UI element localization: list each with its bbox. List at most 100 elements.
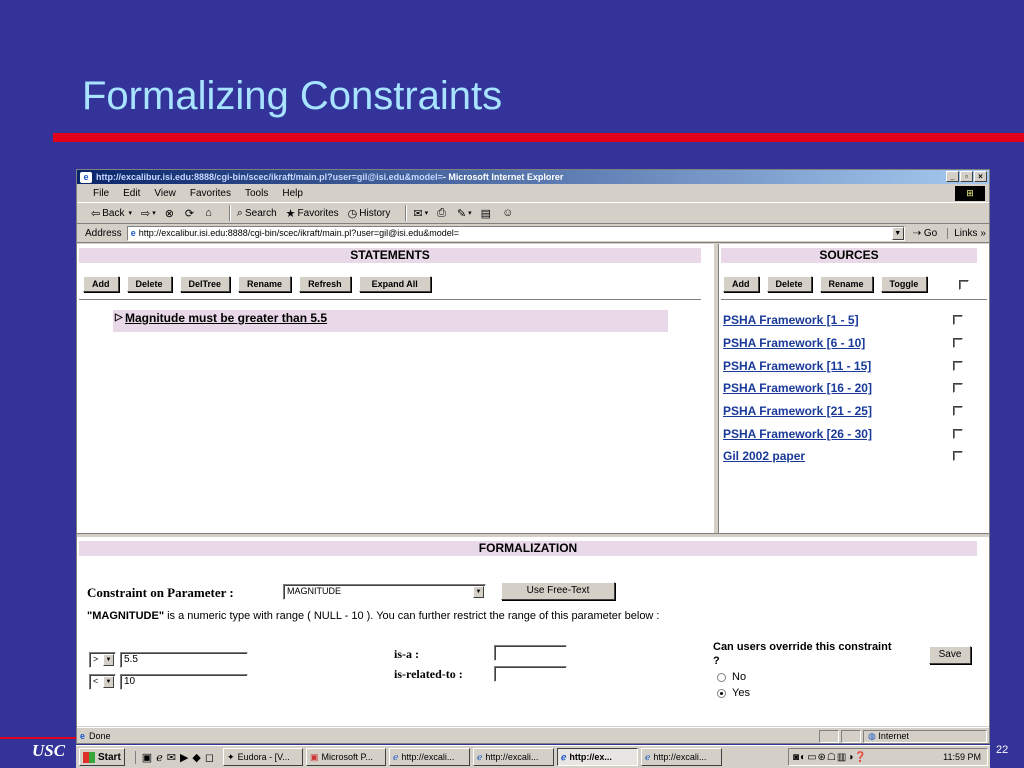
source-checkbox[interactable] [953, 406, 963, 417]
radio-no[interactable] [717, 672, 726, 682]
desktop-icon[interactable]: ▣ [142, 751, 152, 764]
list-item: PSHA Framework [21 - 25] [723, 400, 983, 423]
source-link[interactable]: PSHA Framework [6 - 10] [723, 336, 865, 350]
windows-flag-icon [83, 751, 95, 763]
tray-icons[interactable]: ◙◐▭⊛☖▥◑❓ [793, 752, 868, 763]
home-icon: ⌂ [205, 207, 212, 219]
list-item: Gil 2002 paper [723, 445, 983, 468]
close-button[interactable]: × [974, 171, 987, 182]
go-button[interactable]: ⇢ Go [913, 228, 938, 239]
value-input-1[interactable]: 5.5 [120, 652, 248, 668]
page-icon: e [130, 227, 136, 238]
stop-icon: ⊗ [164, 207, 174, 220]
chevron-down-icon[interactable]: ▼ [103, 676, 114, 688]
discuss-button[interactable]: ▤ [481, 207, 493, 220]
chevron-down-icon[interactable]: ▼ [473, 586, 484, 598]
restore-button[interactable]: ▫ [960, 171, 973, 182]
menu-help[interactable]: Help [282, 188, 303, 199]
source-checkbox[interactable] [953, 315, 963, 326]
option-yes[interactable]: Yes [717, 687, 750, 699]
stmt-deltree-button[interactable]: DelTree [179, 276, 231, 292]
source-link[interactable]: PSHA Framework [16 - 20] [723, 381, 872, 395]
source-checkbox[interactable] [953, 428, 963, 439]
statements-pane: STATEMENTS Add Delete DelTree Rename Ref… [77, 244, 713, 533]
is-a-input[interactable] [494, 645, 567, 661]
globe-icon: ◍ [868, 731, 876, 741]
edit-icon: ✎ [456, 207, 467, 220]
task-browser-1[interactable]: ℯ http://excali... [389, 748, 471, 766]
divider [79, 299, 701, 301]
src-rename-button[interactable]: Rename [819, 276, 873, 292]
menu-favorites[interactable]: Favorites [190, 188, 231, 199]
history-icon: ◷ [347, 207, 358, 220]
favorites-button[interactable]: ★ Favorites [286, 207, 339, 220]
source-checkbox[interactable] [953, 451, 963, 462]
value-input-2[interactable]: 10 [120, 674, 248, 690]
address-dropdown-icon[interactable]: ▼ [891, 226, 904, 240]
menu-bar: File Edit View Favorites Tools Help ⊞ [77, 184, 989, 203]
is-related-to-input[interactable] [494, 666, 567, 682]
menu-tools[interactable]: Tools [245, 188, 268, 199]
outlook-icon[interactable]: ✉ [167, 751, 176, 764]
stop-button[interactable]: ⊗ [165, 207, 176, 220]
save-button[interactable]: Save [929, 646, 971, 664]
stmt-add-button[interactable]: Add [83, 276, 119, 292]
parameter-select[interactable]: MAGNITUDE ▼ [283, 584, 486, 600]
select-all-checkbox[interactable] [959, 280, 969, 290]
edit-button[interactable]: ✎ ▾ [457, 207, 472, 220]
mail-button[interactable]: ✉ ▾ [413, 207, 428, 220]
forward-button[interactable]: ⇨ ▾ [141, 207, 156, 220]
chevron-down-icon[interactable]: ▼ [103, 654, 114, 666]
task-powerpoint[interactable]: ▣ Microsoft P... [306, 748, 387, 766]
src-toggle-button[interactable]: Toggle [880, 276, 928, 292]
operator-select-1[interactable]: > ▼ [89, 652, 116, 668]
history-button[interactable]: ◷ History [348, 207, 391, 220]
source-link[interactable]: PSHA Framework [11 - 15] [723, 359, 871, 373]
sources-pane: SOURCES Add Delete Rename Toggle PSHA Fr… [719, 244, 989, 533]
stmt-refresh-button[interactable]: Refresh [299, 276, 351, 292]
radio-yes[interactable] [717, 688, 726, 698]
task-eudora[interactable]: ✦ Eudora - [V... [223, 748, 304, 766]
title-bar[interactable]: e http://excalibur.isi.edu:8888/cgi-bin/… [77, 170, 989, 184]
expand-triangle-icon[interactable]: ▷ [115, 310, 123, 326]
source-link[interactable]: PSHA Framework [26 - 30] [723, 427, 872, 441]
statement-item[interactable]: ▷ Magnitude must be greater than 5.5 [113, 310, 668, 332]
search-button[interactable]: ⌕ Search [237, 207, 277, 220]
stmt-delete-button[interactable]: Delete [126, 276, 172, 292]
task-browser-2[interactable]: ℯ http://excali... [473, 748, 555, 766]
src-delete-button[interactable]: Delete [766, 276, 812, 292]
source-link[interactable]: PSHA Framework [21 - 25] [723, 404, 872, 418]
is-related-to-label: is-related-to : [394, 667, 463, 681]
source-checkbox[interactable] [953, 383, 963, 394]
window-icon[interactable]: ◻ [205, 751, 214, 764]
task-browser-4[interactable]: ℯ http://excali... [641, 748, 723, 766]
minimize-button[interactable]: _ [946, 171, 959, 182]
refresh-button[interactable]: ⟳ [185, 207, 196, 220]
stmt-rename-button[interactable]: Rename [238, 276, 292, 292]
source-checkbox[interactable] [953, 338, 963, 349]
task-browser-active[interactable]: ℯ http://ex... [557, 748, 639, 766]
address-bar: Address e http://excalibur.isi.edu:8888/c… [77, 224, 989, 243]
menu-edit[interactable]: Edit [123, 188, 140, 199]
messenger-button[interactable]: ☺ [502, 207, 515, 219]
home-button[interactable]: ⌂ [205, 207, 214, 219]
links-button[interactable]: Links » [947, 227, 986, 239]
src-add-button[interactable]: Add [723, 276, 759, 292]
address-input[interactable]: e http://excalibur.isi.edu:8888/cgi-bin/s… [126, 225, 905, 241]
ie-icon[interactable]: ℯ [156, 751, 163, 764]
status-bar: e Done ◍ Internet [77, 727, 989, 744]
start-button[interactable]: Start [79, 748, 125, 766]
menu-file[interactable]: File [93, 188, 109, 199]
app-icon[interactable]: ◆ [192, 751, 200, 764]
print-button[interactable]: ⎙ [437, 207, 448, 220]
menu-view[interactable]: View [154, 188, 176, 199]
option-no[interactable]: No [717, 671, 746, 683]
media-icon[interactable]: ▶ [180, 751, 188, 764]
source-checkbox[interactable] [953, 360, 963, 371]
stmt-expand-all-button[interactable]: Expand All [358, 276, 431, 292]
operator-select-2[interactable]: < ▼ [89, 674, 116, 690]
source-link[interactable]: PSHA Framework [1 - 5] [723, 313, 859, 327]
use-free-text-button[interactable]: Use Free-Text [501, 582, 615, 600]
source-link[interactable]: Gil 2002 paper [723, 449, 805, 463]
back-button[interactable]: ⇦ Back ▾ [91, 207, 132, 220]
